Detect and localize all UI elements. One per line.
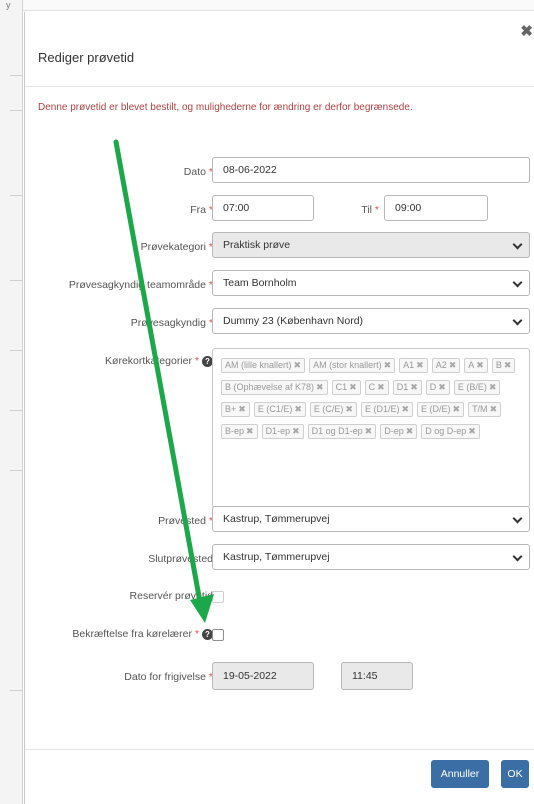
annotation-arrow-shaft (113, 139, 203, 605)
annotation-arrow-head (190, 594, 214, 623)
annotation-arrow (113, 139, 214, 623)
